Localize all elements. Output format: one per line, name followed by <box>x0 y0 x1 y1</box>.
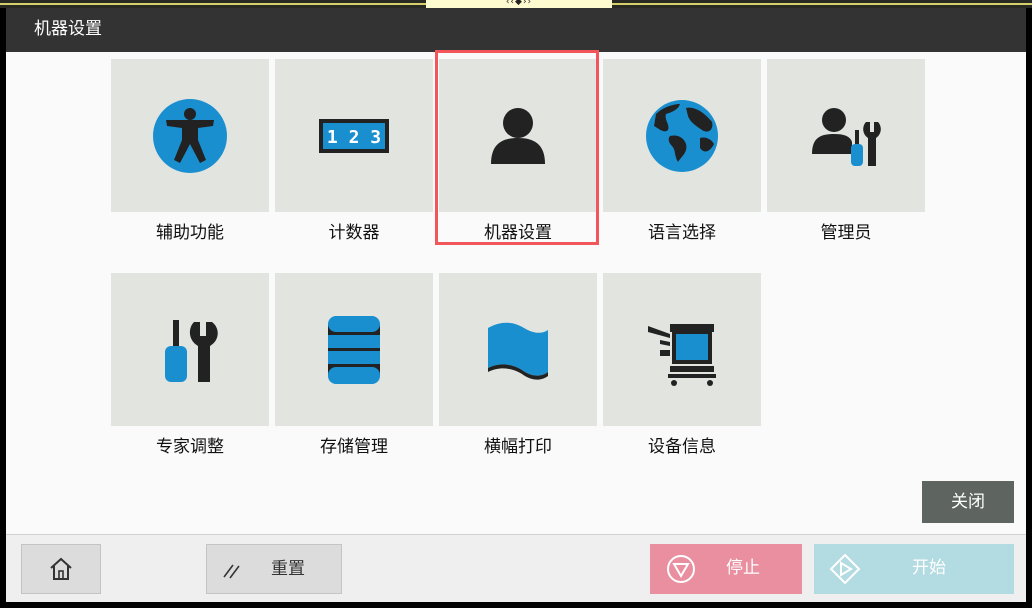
banner-icon <box>488 322 548 380</box>
tile-administrator[interactable]: 管理员 <box>767 59 925 245</box>
accessibility-icon <box>153 99 227 173</box>
selection-highlight <box>435 50 599 245</box>
page-title: 机器设置 <box>34 19 102 39</box>
reset-label: 重置 <box>271 559 305 579</box>
start-icon <box>829 553 861 585</box>
stop-button[interactable]: 停止 <box>650 544 802 594</box>
tile-storage[interactable]: 存储管理 <box>275 273 433 459</box>
start-label: 开始 <box>912 558 946 578</box>
drag-handle-glyph: ‹‹◆›› <box>505 0 533 7</box>
tile-expert-adjust[interactable]: 专家调整 <box>111 273 269 459</box>
tile-expert-adjust-box[interactable] <box>111 273 269 426</box>
home-icon <box>50 557 72 580</box>
tile-expert-adjust-label: 专家调整 <box>156 437 224 457</box>
tile-accessibility-box[interactable] <box>111 59 269 212</box>
tile-language[interactable]: 语言选择 <box>603 59 761 245</box>
tile-storage-box[interactable] <box>275 273 433 426</box>
tile-banner-print[interactable]: 横幅打印 <box>439 273 597 459</box>
database-icon <box>328 316 380 384</box>
tile-administrator-box[interactable] <box>767 59 925 212</box>
device-icon <box>648 324 716 386</box>
tile-banner-print-box[interactable] <box>439 273 597 426</box>
counter-icon: 1 2 3 <box>319 119 389 153</box>
tile-device-info[interactable]: 设备信息 <box>603 273 761 459</box>
tile-counter[interactable]: 1 2 3 计数器 <box>275 59 433 245</box>
tile-accessibility[interactable]: 辅助功能 <box>111 59 269 245</box>
globe-icon <box>646 100 718 172</box>
stop-label: 停止 <box>726 558 760 578</box>
tile-counter-label: 计数器 <box>328 223 380 243</box>
tile-administrator-label: 管理员 <box>820 223 872 243</box>
footer-bar: 重置 停止 开始 <box>6 534 1026 602</box>
close-button[interactable]: 关闭 <box>922 481 1014 523</box>
tile-language-label: 语言选择 <box>648 223 716 243</box>
admin-icon <box>812 108 881 166</box>
reset-button[interactable]: 重置 <box>206 544 342 594</box>
tile-storage-label: 存储管理 <box>320 437 388 457</box>
tile-language-box[interactable] <box>603 59 761 212</box>
reset-icon <box>223 564 240 579</box>
start-button[interactable]: 开始 <box>814 544 1014 594</box>
stop-icon <box>667 555 695 583</box>
tile-counter-box[interactable]: 1 2 3 <box>275 59 433 212</box>
tile-device-info-label: 设备信息 <box>648 437 716 457</box>
tools-icon <box>165 320 218 382</box>
tile-device-info-box[interactable] <box>603 273 761 426</box>
home-button[interactable] <box>21 544 101 594</box>
title-bar: 机器设置 <box>6 8 1026 52</box>
screen-frame: ‹‹◆›› 机器设置 辅助功能 1 2 3 计数器 机器设置 语言选择 管理员 … <box>0 0 1032 608</box>
counter-digits: 1 2 3 <box>327 127 381 148</box>
tile-banner-print-label: 横幅打印 <box>484 437 552 457</box>
tile-accessibility-label: 辅助功能 <box>156 223 224 243</box>
